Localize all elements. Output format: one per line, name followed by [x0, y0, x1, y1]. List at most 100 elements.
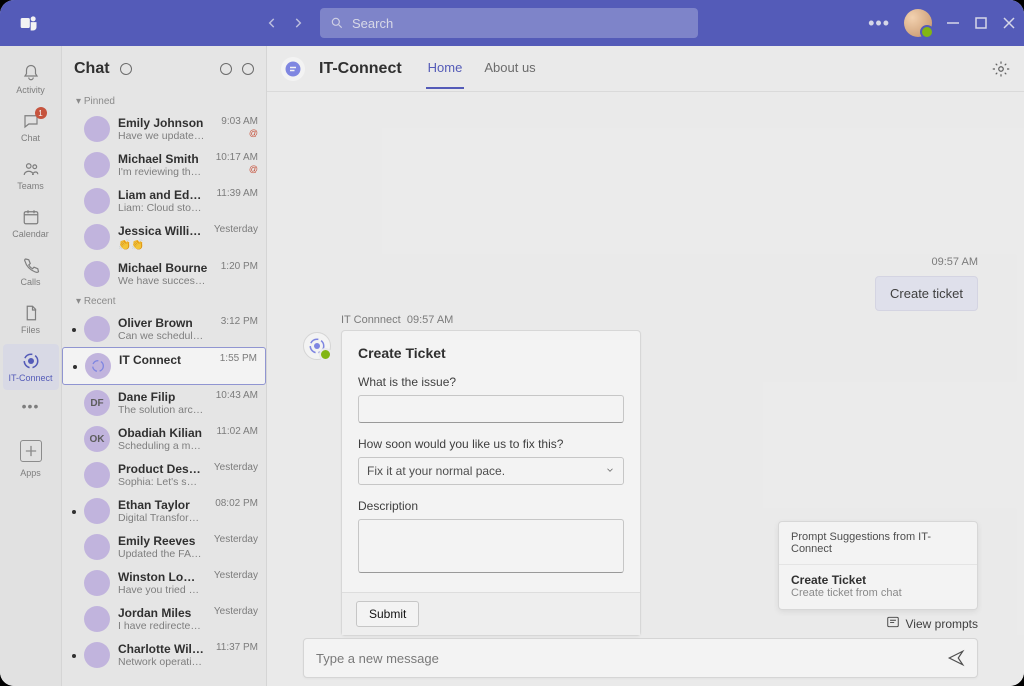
- chat-name: Jordan Miles: [118, 606, 202, 620]
- chat-preview: Network operations report ind…: [118, 656, 204, 668]
- submit-button[interactable]: Submit: [356, 601, 419, 627]
- chat-preview: Sophia: Let's set up a brainstor…: [118, 476, 202, 488]
- rail-files[interactable]: Files: [3, 296, 59, 342]
- unread-dot-icon: [72, 510, 76, 514]
- rail-activity[interactable]: Activity: [3, 56, 59, 102]
- filter-icon[interactable]: [120, 63, 132, 75]
- chat-list-item[interactable]: OKObadiah KilianScheduling a meeting wit…: [62, 421, 266, 457]
- chat-time: 1:20 PM: [221, 261, 258, 272]
- urgency-value: Fix it at your normal pace.: [367, 464, 505, 478]
- mention-icon: @: [217, 128, 258, 138]
- conversation-area: 09:57 AM Create ticket IT Connnect 09:57…: [267, 92, 1024, 686]
- message-compose[interactable]: [303, 638, 978, 678]
- it-connect-icon: [21, 351, 41, 371]
- rail-calendar[interactable]: Calendar: [3, 200, 59, 246]
- unread-dot-icon: [72, 328, 76, 332]
- rail-it-connect[interactable]: IT-Connect: [3, 344, 59, 390]
- search-icon: [330, 16, 344, 30]
- chat-list-item[interactable]: Michael BourneWe have successfully thwar…: [62, 256, 266, 292]
- close-icon[interactable]: [1002, 16, 1016, 30]
- chat-time: 08:02 PM: [215, 498, 258, 509]
- bell-icon: [21, 63, 41, 83]
- unread-dot-icon: [72, 654, 76, 658]
- prompt-item[interactable]: Create Ticket Create ticket from chat: [779, 565, 977, 609]
- chat-time: Yesterday: [214, 606, 258, 617]
- chat-avatar: [84, 316, 110, 342]
- chat-time: Yesterday: [214, 570, 258, 581]
- desc-textarea[interactable]: [358, 519, 624, 573]
- tab-about[interactable]: About us: [482, 48, 537, 89]
- issue-input[interactable]: [358, 395, 624, 423]
- rail-calls[interactable]: Calls: [3, 248, 59, 294]
- urgency-select[interactable]: Fix it at your normal pace.: [358, 457, 624, 485]
- compose-input[interactable]: [316, 651, 947, 666]
- search-input[interactable]: [352, 16, 688, 31]
- rail-label: Activity: [16, 85, 45, 95]
- chat-list-item[interactable]: Jordan MilesI have redirected the ticket…: [62, 601, 266, 637]
- user-avatar[interactable]: [904, 9, 932, 37]
- gear-icon[interactable]: [992, 60, 1010, 78]
- chat-time: 10:17 AM: [216, 152, 258, 163]
- rail-chat[interactable]: 1Chat: [3, 104, 59, 150]
- prompt-item-desc: Create ticket from chat: [791, 587, 965, 599]
- file-icon: [21, 303, 41, 323]
- chat-avatar: [84, 534, 110, 560]
- send-icon[interactable]: [947, 649, 965, 667]
- maximize-icon[interactable]: [974, 16, 988, 30]
- issue-label: What is the issue?: [358, 375, 624, 389]
- rail-label: Apps: [20, 468, 41, 478]
- rail-label: Calendar: [12, 229, 49, 239]
- chat-preview: I'm reviewing the latest IT infr…: [118, 166, 204, 178]
- chat-list-item[interactable]: Ethan TaylorDigital Transformation trend…: [62, 493, 266, 529]
- chat-name: Michael Smith: [118, 152, 204, 166]
- chat-list-item[interactable]: Product Design TeamSophia: Let's set up …: [62, 457, 266, 493]
- view-prompts-link[interactable]: View prompts: [886, 615, 978, 632]
- chat-avatar: [84, 188, 110, 214]
- chat-name: Liam and Edward: [118, 188, 204, 202]
- chat-list-item[interactable]: Jessica Williams👏👏Yesterday: [62, 219, 266, 256]
- chat-time: 11:37 PM: [216, 642, 258, 653]
- chat-preview: I have redirected the ticket to th…: [118, 620, 202, 632]
- rail-teams[interactable]: Teams: [3, 152, 59, 198]
- chat-list-item[interactable]: Winston LopezHave you tried addressing t…: [62, 565, 266, 601]
- chat-avatar: DF: [84, 390, 110, 416]
- chat-avatar: [84, 224, 110, 250]
- nav-back-icon[interactable]: [262, 13, 282, 33]
- chat-list-item[interactable]: Oliver BrownCan we schedule a quick 1:1 …: [62, 311, 266, 347]
- chat-list-item[interactable]: Charlotte WilsonNetwork operations repor…: [62, 637, 266, 673]
- pinned-section-label[interactable]: Pinned: [62, 92, 266, 111]
- chat-avatar: [84, 498, 110, 524]
- titlebar: •••: [0, 0, 1024, 46]
- main-pane: IT-Connect Home About us 09:57 AM Create…: [267, 46, 1024, 686]
- chat-time: 11:39 AM: [216, 188, 258, 199]
- chat-avatar: [84, 570, 110, 596]
- urgency-label: How soon would you like us to fix this?: [358, 437, 624, 451]
- new-chat-icon[interactable]: [242, 63, 254, 75]
- unread-dot-icon: [72, 402, 76, 406]
- chat-list-item[interactable]: Emily ReevesUpdated the FAQ session with…: [62, 529, 266, 565]
- rail-label: Files: [21, 325, 40, 335]
- chat-list-item[interactable]: Liam and EdwardLiam: Cloud storage optim…: [62, 183, 266, 219]
- chat-list-item[interactable]: Emily JohnsonHave we updated the client …: [62, 111, 266, 147]
- search-box[interactable]: [320, 8, 698, 38]
- chat-avatar: [84, 606, 110, 632]
- meet-icon[interactable]: [220, 63, 232, 75]
- recent-section-label[interactable]: Recent: [62, 292, 266, 311]
- apps-add-icon[interactable]: [20, 440, 42, 462]
- prompts-icon: [886, 615, 900, 632]
- chat-name: Oliver Brown: [118, 316, 209, 330]
- more-icon[interactable]: •••: [868, 13, 890, 34]
- chat-avatar: [84, 116, 110, 142]
- chat-name: IT Connect: [119, 353, 208, 367]
- chat-preview: Liam: Cloud storage optimizatio…: [118, 202, 204, 214]
- outgoing-message: Create ticket: [875, 276, 978, 311]
- nav-forward-icon[interactable]: [288, 13, 308, 33]
- chat-list-item[interactable]: IT Connect1:55 PM: [62, 347, 266, 385]
- chat-list-item[interactable]: Michael SmithI'm reviewing the latest IT…: [62, 147, 266, 183]
- tab-home[interactable]: Home: [426, 48, 465, 89]
- chat-time: Yesterday: [214, 462, 258, 473]
- rail-more-icon[interactable]: •••: [22, 392, 40, 420]
- minimize-icon[interactable]: [946, 16, 960, 30]
- chevron-down-icon: [605, 464, 615, 478]
- chat-list-item[interactable]: DFDane FilipThe solution architecture fo…: [62, 385, 266, 421]
